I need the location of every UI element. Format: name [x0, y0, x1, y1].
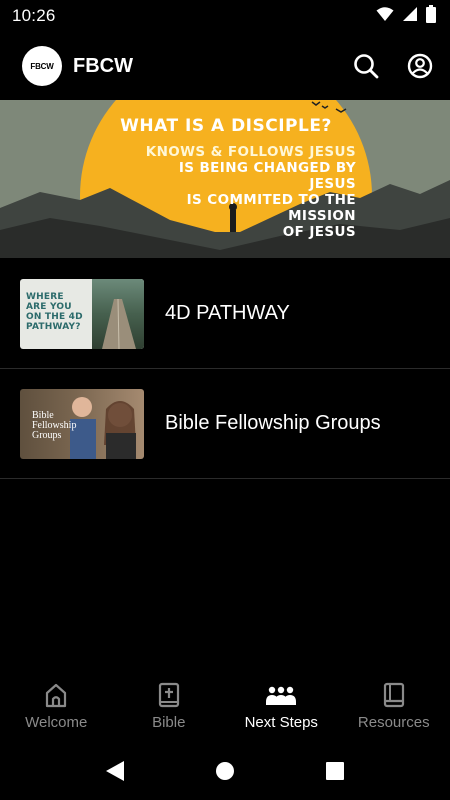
hero-lines: KNOWS & FOLLOWS JESUS IS BEING CHANGED B… — [146, 144, 356, 240]
tab-bible[interactable]: Bible — [113, 670, 226, 742]
bible-icon — [158, 682, 179, 708]
church-icon — [46, 683, 67, 708]
thumbnail-4d-pathway: WHERE ARE YOU ON THE 4D PATHWAY? — [20, 278, 144, 349]
tab-label: Bible — [152, 714, 186, 731]
thumbnail-text-line: WHERE — [26, 291, 64, 302]
search-icon — [354, 54, 379, 79]
battery-icon — [426, 4, 436, 28]
thumbnail-text: Bible Fellowship Groups — [32, 409, 77, 441]
app-title: FBCW — [73, 54, 133, 77]
thumbnail-text: WHERE ARE YOU ON THE 4D PATHWAY? — [26, 292, 83, 332]
hero-text: WHAT IS A DISCIPLE? KNOWS & FOLLOWS JESU… — [0, 100, 450, 258]
thumbnail-text-line: Groups — [32, 429, 62, 441]
status-icons — [376, 4, 436, 28]
hero-title: WHAT IS A DISCIPLE? — [120, 116, 332, 136]
recents-icon — [326, 762, 344, 780]
bottom-nav: Welcome Bible Next Steps Resources — [0, 670, 450, 742]
home-icon — [216, 762, 234, 780]
thumbnail-text-line: Fellowship — [32, 419, 77, 431]
back-icon — [106, 761, 124, 781]
thumbnail-text-line: Bible — [32, 409, 54, 421]
church-logo[interactable]: FBCW — [22, 46, 62, 86]
people-icon — [266, 686, 297, 705]
tab-label: Next Steps — [244, 714, 318, 731]
app-bar: FBCW FBCW — [0, 32, 450, 100]
book-icon — [383, 682, 404, 708]
hero-line: IS COMMITED TO THE — [186, 192, 356, 208]
tab-next-steps[interactable]: Next Steps — [225, 670, 338, 742]
tab-resources[interactable]: Resources — [338, 670, 450, 742]
next-steps-list: WHERE ARE YOU ON THE 4D PATHWAY? 4D PATH… — [0, 259, 450, 479]
hero-line: JESUS — [309, 176, 356, 192]
tab-welcome[interactable]: Welcome — [0, 670, 113, 742]
hero-line: IS BEING CHANGED BY — [178, 160, 356, 176]
tab-label: Welcome — [25, 714, 88, 731]
list-item-4d-pathway[interactable]: WHERE ARE YOU ON THE 4D PATHWAY? 4D PATH… — [0, 259, 450, 369]
back-button[interactable] — [103, 759, 127, 783]
home-button[interactable] — [213, 759, 237, 783]
list-item-label: 4D PATHWAY — [165, 302, 290, 324]
hero-line: OF JESUS — [282, 224, 356, 240]
thumbnail-text-line: ARE YOU — [26, 301, 72, 312]
logo-text: FBCW — [30, 61, 54, 71]
hero-line: MISSION — [288, 208, 356, 224]
search-button[interactable] — [352, 52, 380, 80]
wifi-icon — [376, 6, 394, 27]
system-nav — [0, 742, 450, 800]
app-actions — [352, 52, 434, 80]
recents-button[interactable] — [323, 759, 347, 783]
thumbnail-photo — [92, 278, 144, 349]
status-bar: 10:26 — [0, 0, 450, 32]
account-icon — [407, 53, 433, 79]
list-item-label: Bible Fellowship Groups — [165, 412, 381, 434]
thumbnail-bible-fellowship-groups: Bible Fellowship Groups — [20, 388, 144, 459]
thumbnail-text-line: PATHWAY? — [26, 321, 81, 332]
account-button[interactable] — [406, 52, 434, 80]
thumbnail-text-line: ON THE 4D — [26, 311, 83, 322]
status-time: 10:26 — [12, 6, 56, 25]
tab-label: Resources — [357, 714, 430, 731]
cell-signal-icon — [402, 6, 418, 27]
hero-banner[interactable]: WHAT IS A DISCIPLE? KNOWS & FOLLOWS JESU… — [0, 100, 450, 258]
hero-line: KNOWS & FOLLOWS JESUS — [145, 144, 356, 160]
list-item-bible-fellowship-groups[interactable]: Bible Fellowship Groups Bible Fellowship… — [0, 369, 450, 479]
